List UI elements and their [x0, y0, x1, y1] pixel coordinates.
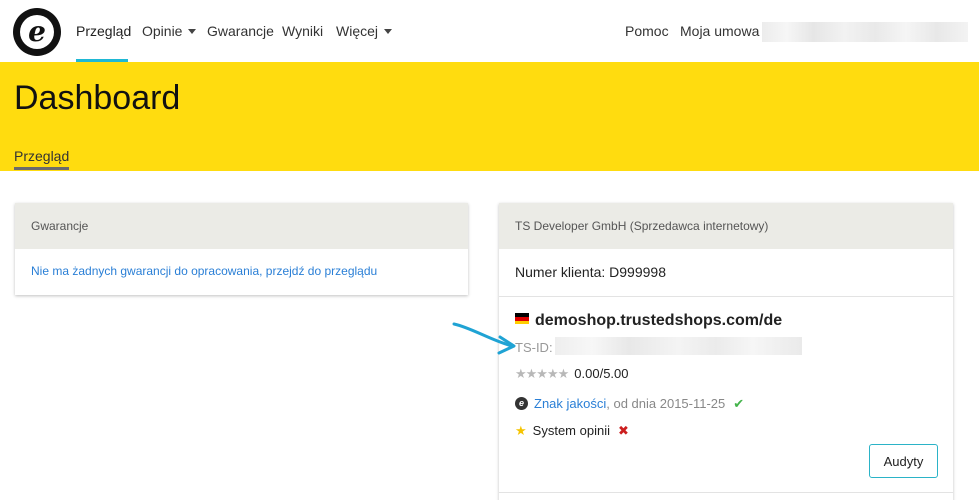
shop-domain: demoshop.trustedshops.com/de	[535, 312, 783, 329]
nav-overview[interactable]: Przegląd	[76, 23, 131, 39]
nav-my-contract[interactable]: Moja umowa	[680, 23, 759, 39]
top-navbar: e Przegląd Opinie Gwarancje Wyniki Więce…	[0, 0, 979, 62]
seller-card-title: TS Developer GmbH (Sprzedawca internetow…	[499, 203, 953, 249]
annotation-arrow-icon	[452, 322, 516, 355]
divider	[499, 296, 953, 297]
nav-help[interactable]: Pomoc	[625, 23, 669, 39]
tab-overview[interactable]: Przegląd	[14, 148, 69, 164]
audits-button[interactable]: Audyty	[869, 444, 938, 478]
nav-more-label: Więcej	[336, 23, 379, 39]
guarantees-overview-link[interactable]: Nie ma żadnych gwarancji do opracowania,…	[31, 264, 377, 278]
logo-e-icon: e	[20, 15, 54, 49]
nav-guarantees[interactable]: Gwarancje	[207, 23, 274, 39]
guarantees-card-title: Gwarancje	[15, 203, 468, 249]
rating-value: 0.00/5.00	[574, 366, 629, 381]
chevron-down-icon	[188, 28, 197, 34]
chevron-down-icon	[384, 28, 393, 34]
check-icon: ✔	[733, 396, 745, 411]
quality-seal-row: e Znak jakości, od dnia 2015-11-25 ✔	[515, 396, 744, 412]
trustmark-seal-icon: e	[515, 397, 528, 411]
nav-results[interactable]: Wyniki	[282, 23, 323, 39]
tab-active-indicator	[14, 167, 69, 170]
nav-more[interactable]: Więcej	[336, 23, 393, 39]
rating-stars-icon: ★★★★★	[515, 366, 569, 381]
nav-reviews-label: Opinie	[142, 23, 183, 39]
shop-row: demoshop.trustedshops.com/de	[515, 312, 782, 330]
account-name-redacted[interactable]	[762, 22, 968, 42]
cross-icon: ✖	[617, 423, 629, 438]
tsid-value-redacted	[555, 337, 802, 355]
page-title: Dashboard	[14, 79, 181, 117]
star-icon: ★	[515, 423, 527, 438]
tsid-label: TS-ID:	[515, 340, 553, 355]
client-number-row: Numer klienta: D999998	[515, 264, 666, 280]
review-system-row: ★ System opinii ✖	[515, 423, 629, 439]
seller-card: TS Developer GmbH (Sprzedawca internetow…	[499, 203, 953, 500]
nav-reviews[interactable]: Opinie	[142, 23, 197, 39]
client-number-value: D999998	[609, 264, 666, 280]
quality-seal-date: , od dnia 2015-11-25	[606, 396, 726, 411]
guarantees-card: Gwarancje Nie ma żadnych gwarancji do op…	[15, 203, 468, 295]
quality-seal-link[interactable]: Znak jakości	[534, 396, 606, 411]
review-system-label: System opinii	[532, 423, 610, 438]
divider	[499, 492, 953, 493]
page-header: Dashboard Przegląd	[0, 62, 979, 171]
trusted-shops-logo[interactable]: e	[13, 8, 61, 56]
client-number-label: Numer klienta:	[515, 264, 606, 280]
rating-row: ★★★★★ 0.00/5.00	[515, 366, 629, 382]
